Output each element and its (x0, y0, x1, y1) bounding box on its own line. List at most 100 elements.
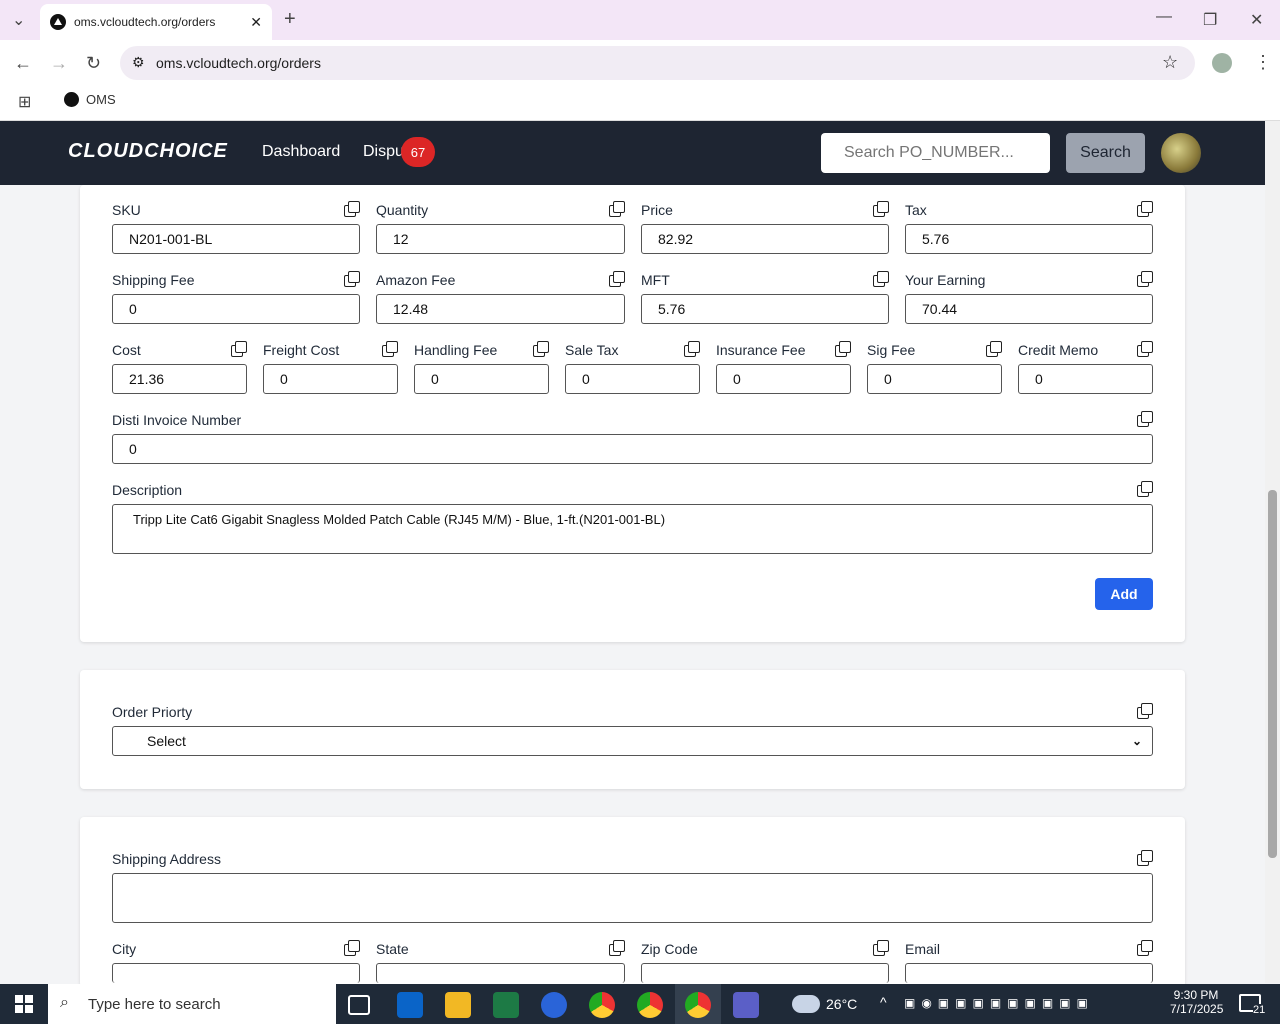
browser-tab[interactable]: oms.vcloudtech.org/orders ✕ (40, 4, 272, 40)
copy-icon[interactable] (1137, 850, 1153, 866)
scrollbar-thumb[interactable] (1268, 490, 1277, 858)
windows-start-icon[interactable] (15, 995, 33, 1013)
copy-icon[interactable] (344, 201, 360, 217)
copy-icon[interactable] (344, 271, 360, 287)
copy-icon[interactable] (873, 201, 889, 217)
url-input[interactable]: ⚙ oms.vcloudtech.org/orders ☆ (120, 46, 1195, 80)
shipping-address-textarea[interactable] (112, 873, 1153, 923)
copy-icon[interactable] (344, 940, 360, 956)
back-icon[interactable]: ← (14, 53, 32, 74)
bookmark-oms[interactable]: OMS (64, 92, 116, 107)
logo[interactable]: CLOUDCHOICE (68, 140, 228, 163)
excel-icon[interactable] (493, 992, 519, 1018)
weather-cloud-icon[interactable] (792, 995, 820, 1013)
tax-input[interactable]: 5.76 (905, 224, 1153, 254)
po-search-input[interactable] (821, 133, 1050, 173)
copy-icon[interactable] (1137, 271, 1153, 287)
order-priority-value: Select (147, 733, 186, 749)
close-window-icon[interactable]: ✕ (1250, 10, 1263, 30)
shipping-fee-input[interactable]: 0 (112, 294, 360, 324)
file-explorer-icon[interactable] (445, 992, 471, 1018)
minimize-icon[interactable]: — (1156, 8, 1172, 26)
tab-title: oms.vcloudtech.org/orders (74, 15, 216, 29)
cost-input[interactable]: 21.36 (112, 364, 247, 394)
system-tray-icons[interactable]: ▣◉▣▣▣▣▣▣▣▣▣ (904, 996, 1094, 1010)
handling-fee-input[interactable]: 0 (414, 364, 549, 394)
clock[interactable]: 9:30 PM 7/17/2025 (1170, 988, 1223, 1016)
copy-icon[interactable] (231, 341, 247, 357)
description-textarea[interactable]: Tripp Lite Cat6 Gigabit Snagless Molded … (112, 504, 1153, 554)
insurance-fee-input[interactable]: 0 (716, 364, 851, 394)
copy-icon[interactable] (1137, 411, 1153, 427)
bookmark-label: OMS (86, 92, 116, 107)
zip-code-input[interactable] (641, 963, 889, 983)
sale-tax-input[interactable]: 0 (565, 364, 700, 394)
sig-fee-input[interactable]: 0 (867, 364, 1002, 394)
avatar[interactable] (1161, 133, 1201, 173)
copy-icon[interactable] (533, 341, 549, 357)
copy-icon[interactable] (609, 940, 625, 956)
chrome-icon[interactable] (589, 992, 615, 1018)
taskbar-search-input[interactable]: ⌕ Type here to search (48, 984, 336, 1024)
copy-icon[interactable] (1137, 940, 1153, 956)
disputes-count-badge: 67 (401, 137, 435, 167)
chevron-down-icon: ⌄ (1131, 734, 1142, 748)
copy-icon[interactable] (1137, 341, 1153, 357)
reload-icon[interactable]: ↻ (86, 53, 101, 74)
copy-icon[interactable] (835, 341, 851, 357)
order-priority-select[interactable]: Select ⌄ (112, 726, 1153, 756)
sku-input[interactable]: N201-001-BL (112, 224, 360, 254)
outlook-icon[interactable] (397, 992, 423, 1018)
amazon-fee-input[interactable]: 12.48 (376, 294, 625, 324)
zip-code-label: Zip Code (641, 941, 698, 957)
mft-label: MFT (641, 272, 670, 288)
city-input[interactable] (112, 963, 360, 983)
new-tab-icon[interactable]: + (284, 8, 296, 31)
add-button[interactable]: Add (1095, 578, 1153, 610)
chrome-profile-icon[interactable] (637, 992, 663, 1018)
shipping-address-label: Shipping Address (112, 851, 221, 867)
copy-icon[interactable] (986, 341, 1002, 357)
sku-label: SKU (112, 202, 141, 218)
search-button[interactable]: Search (1066, 133, 1145, 173)
quantity-label: Quantity (376, 202, 429, 218)
copy-icon[interactable] (684, 341, 700, 357)
notification-count: 21 (1253, 1004, 1266, 1016)
close-tab-icon[interactable]: ✕ (250, 14, 262, 31)
freight-cost-input[interactable]: 0 (263, 364, 398, 394)
email-input[interactable] (905, 963, 1153, 983)
mft-input[interactable]: 5.76 (641, 294, 889, 324)
teams-icon[interactable] (733, 992, 759, 1018)
copy-icon[interactable] (873, 940, 889, 956)
site-info-icon[interactable]: ⚙ (132, 54, 145, 71)
task-view-icon[interactable] (348, 995, 370, 1015)
menu-icon[interactable]: ⋮ (1254, 52, 1272, 73)
copy-icon[interactable] (873, 271, 889, 287)
earning-input[interactable]: 70.44 (905, 294, 1153, 324)
sale-tax-label: Sale Tax (565, 342, 619, 358)
disti-invoice-input[interactable]: 0 (112, 434, 1153, 464)
credit-memo-input[interactable]: 0 (1018, 364, 1153, 394)
weather-temperature[interactable]: 26°C (826, 996, 857, 1012)
tab-search-icon[interactable]: ⌄ (12, 10, 25, 30)
copy-icon[interactable] (1137, 703, 1153, 719)
zoom-icon[interactable] (541, 992, 567, 1018)
copy-icon[interactable] (1137, 481, 1153, 497)
price-input[interactable]: 82.92 (641, 224, 889, 254)
state-input[interactable] (376, 963, 625, 983)
copy-icon[interactable] (1137, 201, 1153, 217)
quantity-input[interactable]: 12 (376, 224, 625, 254)
nav-disputes[interactable]: Dispu (363, 143, 404, 161)
apps-grid-icon[interactable]: ⊞ (18, 92, 31, 112)
copy-icon[interactable] (382, 341, 398, 357)
profile-icon[interactable] (1212, 53, 1232, 73)
copy-icon[interactable] (609, 201, 625, 217)
tray-chevron-up-icon[interactable]: ^ (880, 994, 887, 1010)
bookmark-star-icon[interactable]: ☆ (1162, 52, 1178, 73)
state-label: State (376, 941, 409, 957)
forward-icon[interactable]: → (50, 53, 68, 74)
copy-icon[interactable] (609, 271, 625, 287)
chrome-active-icon[interactable] (685, 992, 711, 1018)
restore-icon[interactable]: ❐ (1203, 10, 1217, 30)
nav-dashboard[interactable]: Dashboard (262, 143, 340, 161)
